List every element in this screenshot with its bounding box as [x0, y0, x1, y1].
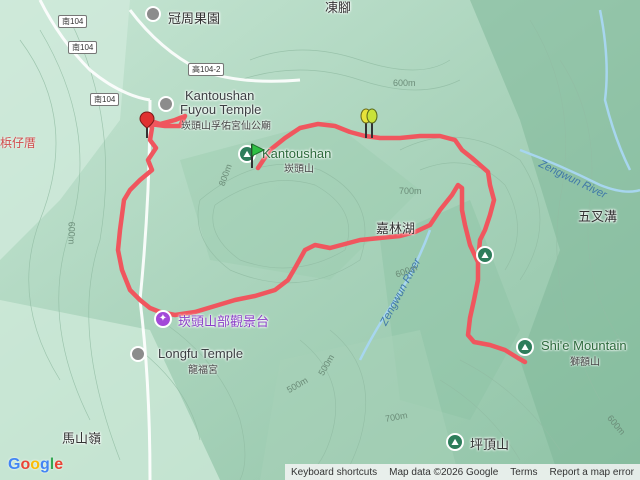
wuchagou-label: 五叉溝	[578, 209, 618, 224]
temple-pin-icon[interactable]	[158, 96, 174, 112]
keyboard-shortcuts-link[interactable]: Keyboard shortcuts	[291, 467, 377, 478]
map-footer: Keyboard shortcuts Map data ©2026 Google…	[285, 464, 640, 480]
place-pin-icon[interactable]	[145, 6, 161, 22]
road-shield: 高104-2	[188, 63, 225, 76]
road-shield: 南104	[58, 15, 88, 28]
guanzhou-label[interactable]: 冠周果園	[168, 8, 220, 27]
temple-pin-icon[interactable]	[130, 346, 146, 362]
mashan-label: 馬山嶺	[62, 431, 102, 446]
map-canvas[interactable]: 南104 南104 高104-2 南104 冠周果園 凍腳 Kantoushan…	[0, 0, 640, 480]
start-flag-icon[interactable]	[248, 142, 266, 170]
waypoint-flag-icon[interactable]	[358, 108, 382, 142]
kantoushan-zh-label[interactable]: 崁頭山	[284, 160, 314, 175]
hiking-icon[interactable]: ⛰	[516, 338, 534, 356]
fuyou-zh-label[interactable]: 崁頭山孚佑宮仙公廟	[181, 117, 271, 132]
shie-en-label[interactable]: Shi'e Mountain	[541, 338, 627, 353]
terrain-layer	[0, 0, 640, 480]
elevation-label: 600m	[393, 78, 416, 88]
longfu-zh-label[interactable]: 龍福宮	[188, 361, 218, 376]
jialin-lake-label: 嘉林湖	[376, 221, 416, 236]
report-error-link[interactable]: Report a map error	[550, 467, 634, 478]
elevation-label: 600m	[66, 221, 77, 245]
road-shield: 南104	[90, 93, 120, 106]
google-logo: Google	[8, 456, 64, 473]
shie-zh-label[interactable]: 獅額山	[570, 353, 600, 368]
fuyou-en-label[interactable]: Kantoushan	[185, 88, 254, 103]
hiking-icon[interactable]: ⛰	[446, 433, 464, 451]
longfu-en-label[interactable]: Longfu Temple	[158, 346, 243, 361]
hiking-icon[interactable]: ⛰	[476, 246, 494, 264]
pingding-label[interactable]: 坪頂山	[470, 434, 509, 453]
zaizicuo-label: 梹仔厝	[0, 136, 37, 150]
map-data-label: Map data ©2026 Google	[389, 466, 499, 478]
liaojing-label: 凍腳	[325, 0, 352, 15]
kantoushan-en-label[interactable]: Kantoushan	[262, 146, 331, 161]
elevation-label: 700m	[399, 186, 422, 196]
viewpoint-icon[interactable]: ✦	[154, 310, 172, 328]
terms-link[interactable]: Terms	[510, 467, 537, 478]
end-marker-icon[interactable]	[138, 110, 156, 140]
fuyou-en-label-2[interactable]: Fuyou Temple	[180, 102, 261, 117]
road-shield: 南104	[68, 41, 98, 54]
lookout-label[interactable]: 崁頭山部觀景台	[178, 311, 269, 330]
